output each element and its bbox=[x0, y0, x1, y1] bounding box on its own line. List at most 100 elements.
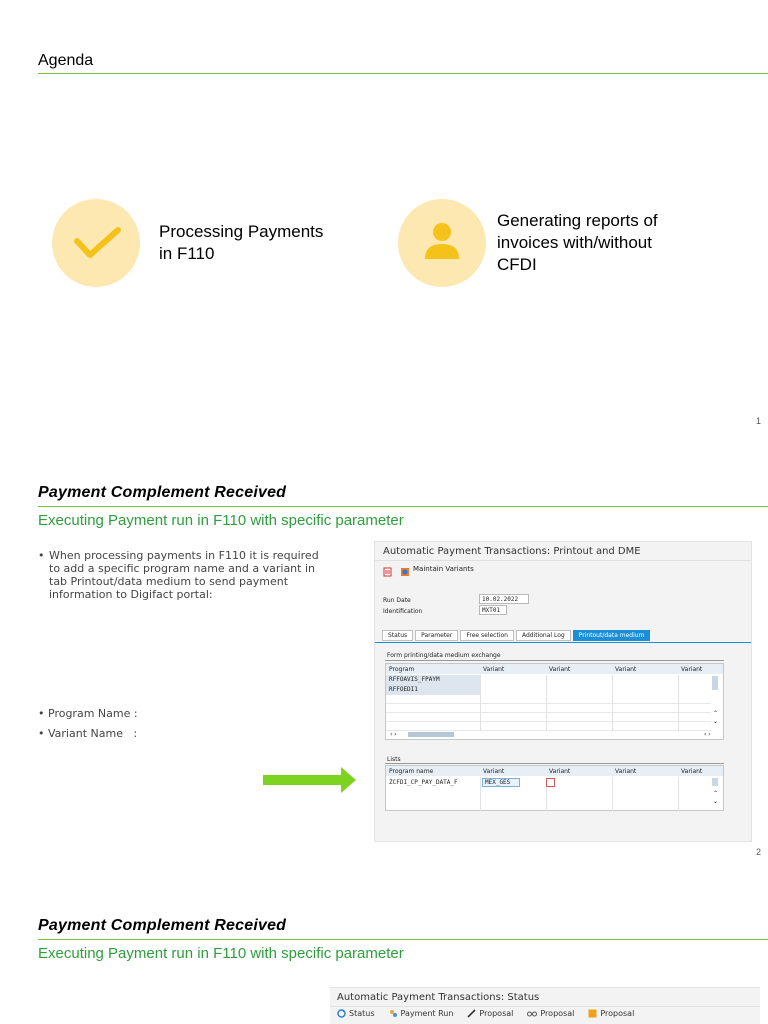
agenda-item-2-line1: Generating reports of bbox=[497, 211, 658, 230]
sap-status-toolbar: Status Payment Run Proposal Proposal Pro… bbox=[337, 1009, 634, 1018]
scroll-left-right-icon[interactable]: ‹ › bbox=[390, 731, 397, 738]
col-divider bbox=[480, 777, 481, 811]
title-divider bbox=[38, 73, 768, 74]
bullet-dot: • bbox=[38, 727, 45, 740]
section2-program-cell[interactable]: ZCFDI_CP_PAY_DATA_F bbox=[389, 779, 458, 786]
col-divider bbox=[546, 788, 547, 811]
value-help-icon[interactable] bbox=[546, 778, 555, 787]
tab-free-selection[interactable]: Free selection bbox=[460, 630, 514, 641]
program-name-label: Program Name : bbox=[48, 707, 138, 720]
scroll-down-icon[interactable]: ⌄ bbox=[713, 798, 718, 805]
section2-variant-cell[interactable]: MEX_GES bbox=[482, 778, 520, 787]
vertical-scrollbar-thumb[interactable] bbox=[712, 676, 718, 690]
toolbar-status-label: Status bbox=[349, 1009, 375, 1018]
section1-row-2[interactable]: RFFOEDI1 bbox=[389, 686, 418, 693]
toolbar-status-button[interactable]: Status bbox=[337, 1009, 375, 1018]
delete-icon[interactable] bbox=[383, 564, 393, 577]
scroll-up-icon[interactable]: ⌃ bbox=[713, 790, 718, 797]
paragraph-line-4: information to Digifact portal: bbox=[49, 588, 213, 601]
refresh-icon bbox=[337, 1009, 346, 1018]
identification-field[interactable]: MXT01 bbox=[479, 605, 507, 615]
col-divider bbox=[612, 675, 613, 731]
section2-col-variant-1: Variant bbox=[483, 768, 505, 775]
tab-additional-log[interactable]: Additional Log bbox=[515, 630, 571, 641]
slide2-divider bbox=[38, 506, 768, 507]
col-divider bbox=[678, 777, 679, 811]
agenda-item-1-text: Processing Payments in F110 bbox=[159, 221, 323, 265]
section1-row-1[interactable]: RFFOAVIS_FPAYM bbox=[389, 676, 440, 683]
sap-status-title-divider bbox=[330, 1006, 760, 1007]
section1-col-variant-3: Variant bbox=[615, 666, 637, 673]
variant-name-label: Variant Name : bbox=[48, 727, 138, 740]
scroll-up-icon[interactable]: ⌃ bbox=[713, 710, 718, 717]
vertical-scrollbar-thumb[interactable] bbox=[712, 778, 718, 786]
section2-col-variant-3: Variant bbox=[615, 768, 637, 775]
col-divider bbox=[546, 675, 547, 731]
variant-name-bullet: • Variant Name : bbox=[38, 727, 137, 740]
toolbar-proposal-list-button[interactable]: Proposal bbox=[588, 1009, 634, 1018]
payment-run-icon bbox=[389, 1010, 397, 1017]
bullet-dot: • bbox=[38, 549, 45, 562]
sap-printout-screen: Automatic Payment Transactions: Printout… bbox=[374, 541, 752, 842]
section1-col-variant-2: Variant bbox=[549, 666, 571, 673]
agenda-title: Agenda bbox=[38, 52, 94, 69]
maintain-variants-button[interactable]: Maintain Variants bbox=[413, 565, 474, 573]
tab-status[interactable]: Status bbox=[382, 630, 414, 641]
toolbar-payment-run-label: Payment Run bbox=[400, 1009, 454, 1018]
section1-rule bbox=[385, 660, 724, 661]
section2-col-variant-4: Variant bbox=[681, 768, 703, 775]
toolbar-proposal-display-label: Proposal bbox=[540, 1009, 575, 1018]
program-name-bullet: • Program Name : bbox=[38, 707, 138, 720]
paragraph-line-3: tab Printout/data medium to send payment bbox=[49, 575, 289, 588]
glasses-icon bbox=[527, 1011, 538, 1017]
green-arrow-icon bbox=[341, 767, 356, 793]
toolbar-payment-run-button[interactable]: Payment Run bbox=[389, 1009, 454, 1018]
section1-empty-rows bbox=[386, 695, 711, 731]
section2-table: Program name Variant Variant Variant Var… bbox=[385, 765, 724, 811]
toolbar-proposal-display-button[interactable]: Proposal bbox=[527, 1009, 574, 1018]
toolbar-proposal-list-label: Proposal bbox=[600, 1009, 635, 1018]
sap-status-window-title: Automatic Payment Transactions: Status bbox=[337, 992, 540, 1003]
agenda-item-2-text: Generating reports of invoices with/with… bbox=[497, 210, 658, 276]
section1-table: Program Variant Variant Variant Variant … bbox=[385, 663, 724, 740]
green-arrow-body bbox=[263, 775, 343, 785]
sap-title-divider bbox=[375, 560, 751, 561]
sap-status-screen: Automatic Payment Transactions: Status S… bbox=[330, 987, 760, 1024]
toolbar-proposal-edit-button[interactable]: Proposal bbox=[467, 1009, 513, 1018]
agenda-item-2-line3: CFDI bbox=[497, 255, 537, 274]
section1-title: Form printing/data medium exchange bbox=[387, 652, 501, 659]
run-date-field[interactable]: 10.02.2022 bbox=[479, 594, 529, 604]
maintain-variants-icon[interactable] bbox=[400, 564, 410, 576]
slide2-paragraph: • When processing payments in F110 it is… bbox=[38, 549, 342, 601]
paragraph-line-2: to add a specific program name and a var… bbox=[49, 562, 315, 575]
agenda-item-1-line2: in F110 bbox=[159, 244, 215, 263]
page-number-1: 1 bbox=[756, 416, 762, 426]
slide3-subtitle: Executing Payment run in F110 with speci… bbox=[38, 945, 404, 962]
run-date-label: Run Date bbox=[383, 597, 411, 604]
slide2-title: Payment Complement Received bbox=[38, 484, 287, 501]
slide2-subtitle: Executing Payment run in F110 with speci… bbox=[38, 512, 404, 529]
col-divider bbox=[480, 675, 481, 731]
paragraph-line-1: When processing payments in F110 it is r… bbox=[49, 549, 319, 562]
sap-tabstrip: Status Parameter Free selection Addition… bbox=[382, 630, 651, 641]
scroll-down-icon[interactable]: ⌄ bbox=[713, 718, 718, 725]
section1-col-variant-4: Variant bbox=[681, 666, 703, 673]
agenda-item-2-circle bbox=[398, 199, 486, 287]
tab-printout-data-medium[interactable]: Printout/data medium bbox=[572, 630, 651, 641]
scroll-left-right-icon[interactable]: ‹ › bbox=[704, 731, 711, 738]
person-icon bbox=[425, 223, 459, 259]
agenda-item-1-line1: Processing Payments bbox=[159, 222, 324, 241]
page-number-2: 2 bbox=[756, 847, 762, 857]
section2-rule bbox=[385, 763, 724, 764]
sap-window-title: Automatic Payment Transactions: Printout… bbox=[383, 546, 641, 557]
agenda-item-1-circle bbox=[52, 199, 140, 287]
slide3-divider bbox=[38, 939, 768, 940]
col-divider bbox=[612, 777, 613, 811]
identification-label: Identification bbox=[383, 608, 423, 615]
list-icon bbox=[588, 1009, 597, 1018]
horizontal-scrollbar-thumb[interactable] bbox=[408, 732, 454, 737]
pencil-icon bbox=[467, 1009, 476, 1018]
bullet-dot: • bbox=[38, 707, 45, 720]
slide3-title: Payment Complement Received bbox=[38, 917, 287, 934]
tab-parameter[interactable]: Parameter bbox=[415, 630, 459, 641]
